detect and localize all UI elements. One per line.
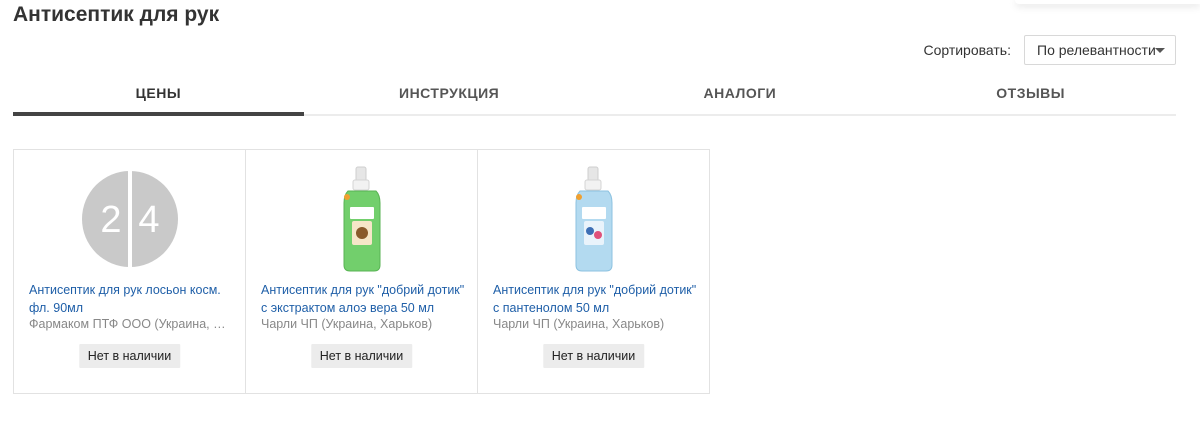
product-image[interactable] <box>478 160 709 278</box>
product-image[interactable]: 2 4 <box>14 160 245 278</box>
availability-button[interactable]: Нет в наличии <box>78 344 181 368</box>
product-card: 2 4 Антисептик для рук лосьон косм. фл. … <box>13 149 246 394</box>
product-name-link[interactable]: Антисептик для рук лосьон косм. фл. 90мл <box>29 281 233 317</box>
product-maker: Чарли ЧП (Украина, Харьков) <box>493 317 665 331</box>
product-name-link[interactable]: Антисептик для рук "добрий дотик" с экст… <box>261 281 465 317</box>
placeholder-digit-left: 2 <box>100 199 121 241</box>
tab-label: АНАЛОГИ <box>703 85 777 101</box>
green-bottle-icon <box>343 166 380 272</box>
product-card: Антисептик для рук "добрий дотик" с пант… <box>477 149 710 394</box>
placeholder-logo-icon: 2 4 <box>81 169 178 269</box>
chevron-down-icon <box>1155 48 1165 53</box>
sort-control: Сортировать: По релевантности <box>923 35 1176 65</box>
tab-prices[interactable]: ЦЕНЫ <box>13 72 304 116</box>
product-maker: Фармаком ПТФ ООО (Украина, Хар... <box>29 317 233 331</box>
availability-button[interactable]: Нет в наличии <box>310 344 413 368</box>
blue-bottle-icon <box>575 166 612 272</box>
sort-selected-value: По релевантности <box>1037 42 1156 58</box>
product-maker: Чарли ЧП (Украина, Харьков) <box>261 317 433 331</box>
tab-analogs[interactable]: АНАЛОГИ <box>595 72 886 114</box>
product-card: Антисептик для рук "добрий дотик" с экст… <box>245 149 478 394</box>
tab-label: ОТЗЫВЫ <box>996 85 1065 101</box>
product-name-link[interactable]: Антисептик для рук "добрий дотик" с пант… <box>493 281 697 317</box>
header-shadow <box>1015 0 1200 4</box>
tab-bar: ЦЕНЫ ИНСТРУКЦИЯ АНАЛОГИ ОТЗЫВЫ <box>13 72 1176 116</box>
tab-reviews[interactable]: ОТЗЫВЫ <box>885 72 1176 114</box>
tab-label: ИНСТРУКЦИЯ <box>399 85 500 101</box>
page-title: Антисептик для рук <box>13 3 220 26</box>
product-image[interactable] <box>246 160 477 278</box>
sort-select[interactable]: По релевантности <box>1024 35 1176 65</box>
tab-label: ЦЕНЫ <box>135 85 182 101</box>
placeholder-digit-right: 4 <box>138 199 159 241</box>
sort-label: Сортировать: <box>923 42 1011 58</box>
tab-instructions[interactable]: ИНСТРУКЦИЯ <box>304 72 595 114</box>
availability-button[interactable]: Нет в наличии <box>542 344 645 368</box>
product-grid: 2 4 Антисептик для рук лосьон косм. фл. … <box>13 149 710 394</box>
